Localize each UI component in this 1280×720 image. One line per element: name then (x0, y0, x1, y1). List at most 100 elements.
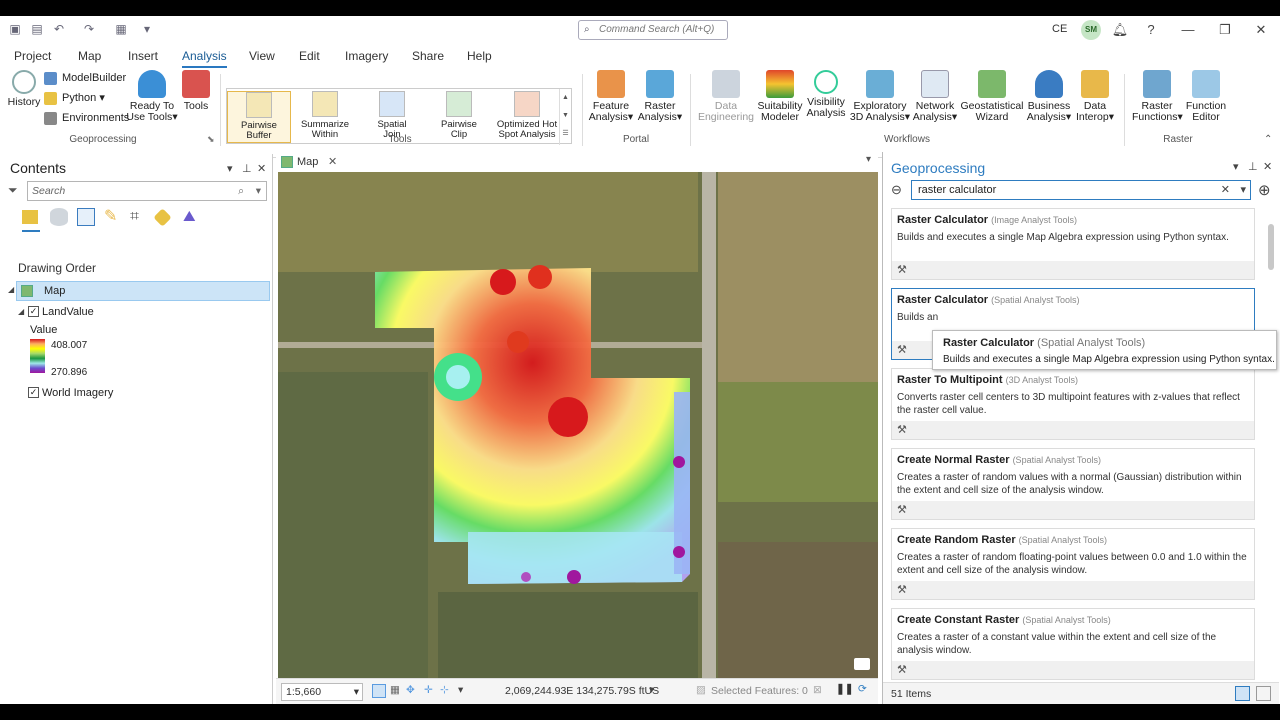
minimize-icon[interactable]: — (1177, 20, 1199, 40)
add-icon[interactable]: ⊕ (1258, 181, 1271, 199)
tab-view[interactable]: View (249, 46, 275, 66)
geostatistical-wizard-button[interactable]: Geostatistical Wizard (958, 70, 1026, 123)
layer-visibility-checkbox[interactable]: ✓ (28, 306, 39, 317)
list-by-drawing-order-icon[interactable] (22, 208, 40, 232)
optimized-hot-spot-button[interactable]: Optimized Hot Spot Analysis (493, 91, 561, 140)
tab-share[interactable]: Share (412, 46, 444, 66)
close-icon[interactable]: ✕ (257, 162, 266, 175)
scale-selector[interactable]: 1:5,660 ▾ (281, 683, 363, 701)
navigate-icon[interactable]: ✥ (406, 684, 415, 696)
tab-insert[interactable]: Insert (128, 46, 158, 66)
chevron-down-icon[interactable]: ▾ (458, 684, 463, 696)
map-canvas[interactable] (278, 172, 878, 678)
list-view-icon[interactable] (1256, 686, 1271, 701)
summarize-within-button[interactable]: Summarize Within (293, 91, 357, 140)
restore-icon[interactable]: ❐ (1214, 20, 1236, 40)
tab-help[interactable]: Help (467, 46, 492, 66)
tab-imagery[interactable]: Imagery (345, 46, 388, 66)
map-view-tab[interactable]: Map ✕ (277, 152, 347, 172)
list-by-selection-icon[interactable] (77, 208, 95, 226)
visibility-analysis-button[interactable]: Visibility Analysis (804, 70, 848, 119)
contents-search-input[interactable]: Search ⌕ ▾ (27, 181, 267, 201)
collapse-arrow-icon[interactable]: ◢ (8, 285, 14, 294)
refresh-icon[interactable]: ⟳ (858, 683, 867, 695)
gallery-scroll[interactable]: ▲ ▼ ☰ (559, 89, 571, 145)
redo-icon[interactable]: ↷ (82, 22, 96, 36)
gallery-expand-icon[interactable]: ☰ (560, 125, 571, 143)
modelbuilder-button[interactable]: ModelBuilder (44, 69, 126, 87)
business-analysis-button[interactable]: Business Analysis▾ (1026, 70, 1072, 123)
suitability-modeler-button[interactable]: Suitability Modeler (756, 70, 804, 123)
list-by-editing-icon[interactable]: ✎ (104, 208, 122, 226)
list-by-perspective-imagery-icon[interactable]: ⛰ (183, 208, 201, 226)
exploratory-3d-analysis-button[interactable]: Exploratory 3D Analysis▾ (848, 70, 912, 123)
raster-analysis-button[interactable]: Raster Analysis▾ (636, 70, 684, 123)
grid-icon[interactable]: ▦ (390, 684, 400, 696)
tile-view-icon[interactable] (1235, 686, 1250, 701)
function-editor-button[interactable]: Function Editor (1184, 70, 1228, 123)
chevron-down-icon[interactable]: ▾ (1240, 181, 1246, 199)
scrollbar-thumb[interactable] (1268, 224, 1274, 270)
undo-icon[interactable]: ↶ (52, 22, 66, 36)
list-by-snapping-icon[interactable]: ⌗ (130, 208, 148, 226)
result-create-constant-raster[interactable]: Create Constant Raster (Spatial Analyst … (891, 608, 1255, 680)
history-button[interactable]: History (6, 70, 42, 108)
tab-map[interactable]: Map (78, 46, 101, 66)
network-analysis-button[interactable]: Network Analysis▾ (912, 70, 958, 123)
list-by-data-source-icon[interactable] (50, 208, 68, 226)
open-folder-icon[interactable]: ▦ (114, 22, 128, 36)
close-icon[interactable]: ✕ (328, 152, 337, 172)
save-icon[interactable]: ▤ (30, 22, 44, 36)
ready-to-use-tools-button[interactable]: Ready To Use Tools▾ (126, 70, 178, 123)
result-raster-to-multipoint[interactable]: Raster To Multipoint (3D Analyst Tools) … (891, 368, 1255, 440)
map-notes-icon[interactable] (854, 658, 870, 670)
pause-drawing-icon[interactable]: ❚❚ (836, 683, 854, 695)
fixed-zoom-icon[interactable] (372, 684, 386, 698)
avatar[interactable]: SM (1081, 20, 1101, 40)
tab-edit[interactable]: Edit (299, 46, 320, 66)
pin-icon[interactable]: ⊥ (1248, 160, 1258, 173)
map-tree-item[interactable]: Map (16, 281, 270, 301)
tab-analysis[interactable]: Analysis (182, 46, 227, 68)
command-search-input[interactable]: ⌕ Command Search (Alt+Q) (578, 20, 728, 40)
result-create-normal-raster[interactable]: Create Normal Raster (Spatial Analyst To… (891, 448, 1255, 520)
feature-analysis-button[interactable]: Feature Analysis▾ (588, 70, 634, 123)
map-tab-options-icon[interactable]: ▾ (866, 154, 871, 165)
tab-project[interactable]: Project (14, 46, 51, 66)
clear-selection-icon[interactable]: ⊠ (813, 684, 822, 696)
chevron-down-icon[interactable]: ▼ (560, 107, 571, 125)
geoprocessing-search-input[interactable]: raster calculator ✕ ▾ (911, 180, 1251, 200)
list-by-labeling-icon[interactable] (153, 208, 172, 227)
close-icon[interactable]: ✕ (1250, 20, 1272, 40)
collapse-ribbon-icon[interactable]: ⌃ (1264, 134, 1272, 145)
filter-icon[interactable]: ⏷ (8, 183, 18, 198)
notifications-bell-icon[interactable]: 🔔︎ (1109, 20, 1131, 40)
back-arrow-icon[interactable]: ⊖ (891, 182, 902, 198)
pin-icon[interactable]: ⊥ (242, 162, 252, 175)
user-initials[interactable]: CE (1052, 23, 1067, 35)
result-raster-calculator-image-analyst[interactable]: Raster Calculator (Image Analyst Tools) … (891, 208, 1255, 280)
chevron-down-icon[interactable]: ▾ (649, 684, 654, 696)
customize-quick-access-icon[interactable]: ▾ (140, 22, 154, 36)
snapping-icon[interactable]: ⊹ (440, 684, 449, 696)
help-icon[interactable]: ? (1140, 20, 1162, 40)
layer-landvalue[interactable]: ✓ LandValue (28, 305, 94, 319)
raster-functions-button[interactable]: Raster Functions▾ (1132, 70, 1183, 123)
data-interop-button[interactable]: Data Interop▾ (1072, 70, 1118, 123)
pan-icon[interactable]: ✛ (424, 684, 433, 696)
project-icon[interactable]: ▣ (8, 22, 22, 36)
chevron-up-icon[interactable]: ▲ (560, 89, 571, 107)
collapse-arrow-icon[interactable]: ◢ (18, 307, 24, 316)
close-icon[interactable]: ✕ (1263, 160, 1272, 173)
results-scrollbar[interactable] (1268, 224, 1276, 672)
layer-visibility-checkbox[interactable]: ✓ (28, 387, 39, 398)
tools-button[interactable]: Tools (180, 70, 212, 112)
pairwise-buffer-button[interactable]: Pairwise Buffer (227, 91, 291, 143)
clear-search-icon[interactable]: ✕ (1221, 181, 1230, 199)
layer-world-imagery[interactable]: ✓ World Imagery (28, 386, 113, 400)
result-create-random-raster[interactable]: Create Random Raster (Spatial Analyst To… (891, 528, 1255, 600)
pairwise-clip-button[interactable]: Pairwise Clip (427, 91, 491, 140)
pane-options-icon[interactable]: ▾ (227, 162, 233, 175)
dialog-launcher-icon[interactable]: ⬊ (207, 134, 215, 145)
pane-options-icon[interactable]: ▾ (1233, 160, 1239, 173)
